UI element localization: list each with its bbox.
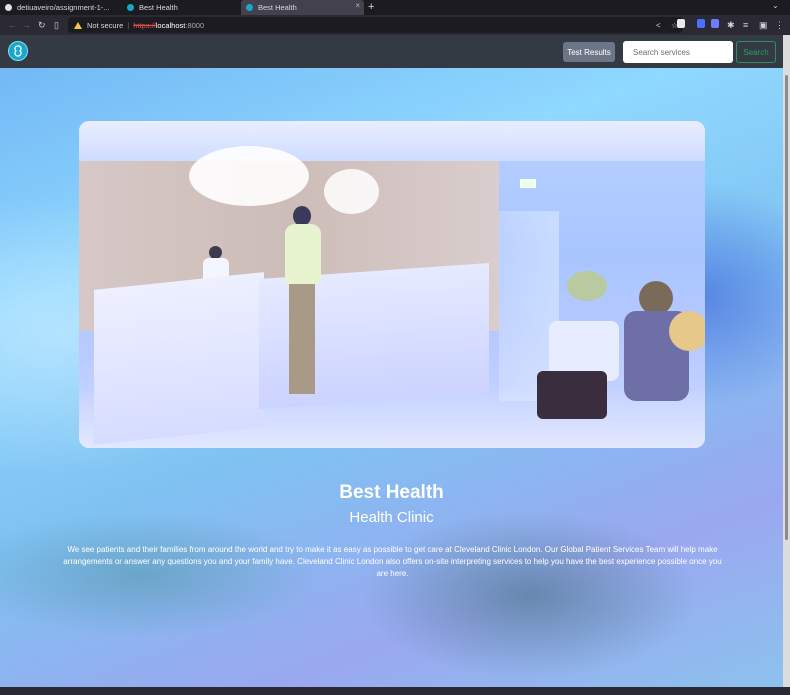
site-favicon-icon: [246, 4, 253, 11]
search-button[interactable]: Search: [736, 41, 776, 63]
ceiling-lamp-shape: [189, 146, 309, 206]
tab-title: detiuaveiro/assignment-1-...: [17, 3, 110, 12]
browser-tab-strip: detiuaveiro/assignment-1-... Best Health…: [0, 0, 790, 15]
browser-tab-best-health[interactable]: Best Health: [122, 0, 240, 15]
page-viewport: Test Results Search Best Health Health C…: [0, 35, 783, 687]
url-protocol: https://: [133, 20, 156, 30]
not-secure-label[interactable]: Not secure: [87, 21, 123, 30]
seated-patients-figure: [609, 281, 705, 441]
shield-icon[interactable]: [677, 19, 685, 28]
url-port: :8000: [185, 20, 205, 30]
browser-nav-bar: ← → ↻ ▯ Not secure | https:// localhost …: [0, 15, 790, 35]
url-host: localhost: [155, 20, 186, 30]
menu-icon[interactable]: ⋮: [775, 19, 784, 31]
warning-icon: [74, 21, 82, 29]
ceiling-shape: [79, 121, 705, 161]
hero-image: [79, 121, 705, 448]
share-icon[interactable]: <: [656, 21, 661, 30]
site-navbar: Test Results Search: [0, 35, 783, 68]
reception-desk-shape: [94, 272, 264, 445]
scrollbar-thumb[interactable]: [785, 75, 788, 540]
github-icon: [5, 4, 12, 11]
sidebar-icon[interactable]: ▣: [759, 19, 768, 31]
receptionist-figure: [203, 246, 229, 280]
extensions-puzzle-icon[interactable]: ✱: [727, 19, 735, 31]
back-arrow-icon[interactable]: ←: [8, 19, 17, 31]
page-icon[interactable]: ▯: [54, 19, 59, 31]
tab-title: Best Health: [258, 3, 297, 12]
extension-bitwarden-icon[interactable]: [697, 19, 705, 28]
handbag-shape: [537, 371, 607, 419]
exit-sign-shape: [520, 179, 536, 188]
browser-tab-github[interactable]: detiuaveiro/assignment-1-...: [0, 0, 120, 15]
site-logo-icon[interactable]: [8, 41, 28, 61]
address-bar[interactable]: Not secure | https:// localhost :8000 < …: [68, 17, 683, 33]
hero-description: We see patients and their families from …: [63, 545, 722, 578]
search-services-input[interactable]: [623, 41, 733, 63]
plant-shape: [567, 271, 607, 301]
hero-title: Best Health: [339, 482, 444, 503]
forward-arrow-icon[interactable]: →: [22, 19, 31, 31]
new-tab-button[interactable]: +: [368, 1, 374, 13]
test-results-button[interactable]: Test Results: [563, 42, 615, 62]
standing-patient-figure: [279, 206, 327, 406]
tab-list-icon[interactable]: ⌄: [772, 1, 779, 10]
tab-title: Best Health: [139, 3, 178, 12]
browser-bottom-bar: [0, 687, 790, 695]
extension-icon[interactable]: [711, 19, 719, 28]
reader-list-icon[interactable]: ≡: [743, 19, 748, 31]
reload-icon[interactable]: ↻: [38, 19, 46, 31]
site-favicon-icon: [127, 4, 134, 11]
ceiling-lamp-shape: [324, 169, 379, 214]
hero-subtitle: Health Clinic: [349, 509, 434, 526]
browser-tab-best-health-active[interactable]: Best Health ×: [241, 0, 364, 15]
tab-close-icon[interactable]: ×: [355, 1, 360, 10]
url-separator: |: [127, 20, 130, 30]
